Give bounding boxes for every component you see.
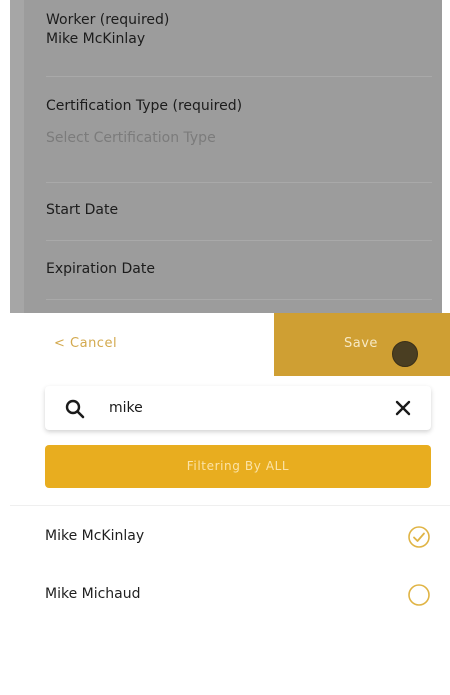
list-item[interactable]: Mike McKinlay xyxy=(10,514,450,560)
cancel-button[interactable]: < Cancel xyxy=(54,336,117,351)
expiration-date-field[interactable]: Expiration Date xyxy=(46,261,432,300)
list-item-name: Mike McKinlay xyxy=(45,528,145,544)
background-edge xyxy=(10,0,24,313)
expiration-date-label: Expiration Date xyxy=(46,261,155,277)
certification-type-label: Certification Type (required) xyxy=(46,98,243,114)
start-date-label: Start Date xyxy=(46,202,119,218)
close-icon[interactable] xyxy=(395,400,411,416)
certification-type-placeholder: Select Certification Type xyxy=(46,130,216,146)
certification-type-field[interactable]: Certification Type (required) Select Cer… xyxy=(46,98,432,183)
list-item[interactable]: Mike Michaud xyxy=(10,572,450,618)
touch-indicator xyxy=(392,341,418,367)
list-item-name: Mike Michaud xyxy=(45,586,141,602)
check-circle-icon xyxy=(408,526,430,548)
search-icon xyxy=(65,399,85,419)
background-form: Worker (required) Mike McKinlay Certific… xyxy=(10,0,442,313)
filter-button[interactable]: Filtering By ALL xyxy=(45,445,431,488)
worker-value: Mike McKinlay xyxy=(46,31,146,47)
search-box[interactable] xyxy=(45,386,431,430)
worker-label: Worker (required) xyxy=(46,12,170,28)
search-input[interactable] xyxy=(109,398,369,418)
empty-circle-icon xyxy=(408,584,430,606)
start-date-field[interactable]: Start Date xyxy=(46,202,432,241)
save-button-label: Save xyxy=(344,336,378,351)
worker-picker-sheet: < Cancel Save Filtering By ALL Mike McKi… xyxy=(10,313,450,695)
list-divider xyxy=(10,505,450,506)
sheet-header: < Cancel Save xyxy=(10,313,450,376)
worker-field[interactable]: Worker (required) Mike McKinlay xyxy=(46,12,432,77)
save-button[interactable]: Save xyxy=(274,313,450,376)
